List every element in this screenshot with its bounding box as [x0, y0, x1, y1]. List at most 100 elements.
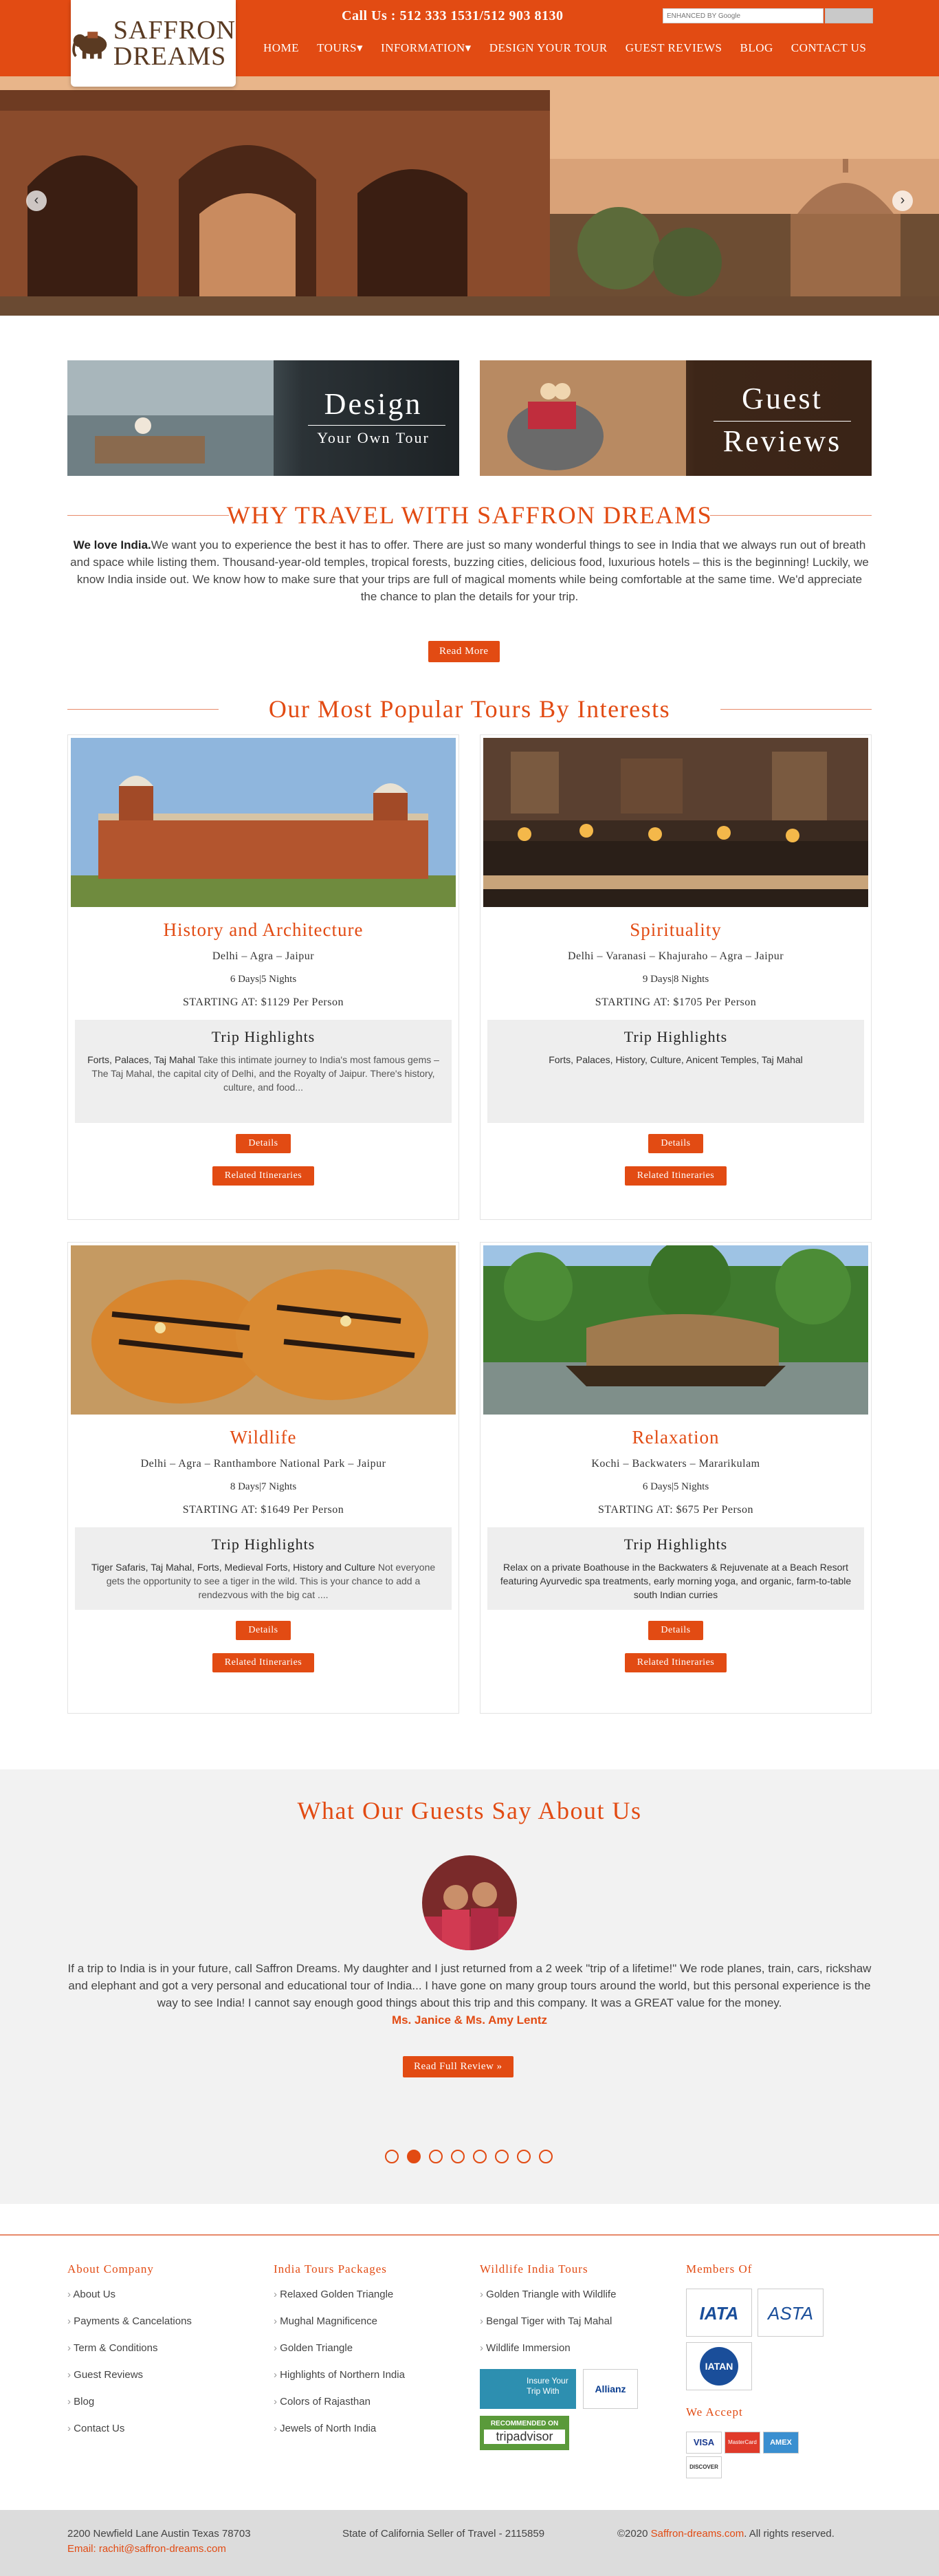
search-button[interactable]	[825, 8, 873, 23]
trip-highlights: Trip Highlights Tiger Safaris, Taj Mahal…	[75, 1527, 452, 1610]
pagination-dot[interactable]	[429, 2150, 443, 2163]
visa-icon: VISA	[686, 2432, 722, 2454]
trip-highlights: Trip Highlights Forts, Palaces, History,…	[487, 1020, 864, 1123]
related-itineraries-button[interactable]: Related Itineraries	[624, 1166, 727, 1186]
tour-route: Kochi – Backwaters – Mararikulam	[591, 1458, 760, 1470]
search-input[interactable]	[663, 8, 824, 23]
tripadvisor-recommended: RECOMMENDED ON	[490, 2420, 559, 2427]
pagination-dot[interactable]	[495, 2150, 509, 2163]
footer-link[interactable]: Blog	[67, 2396, 192, 2408]
highlights-heading: Trip Highlights	[623, 1536, 728, 1553]
details-button[interactable]: Details	[236, 1621, 291, 1640]
footer-link[interactable]: Golden Triangle with Wildlife	[480, 2289, 638, 2300]
hero-next-arrow-icon[interactable]: ›	[892, 190, 913, 211]
footer-about: About Company About Us Payments & Cancel…	[67, 2262, 192, 2449]
read-full-review-button[interactable]: Read Full Review »	[403, 2056, 513, 2077]
tour-duration: 9 Days|8 Nights	[642, 974, 709, 985]
nav-tours[interactable]: TOURS▾	[317, 41, 363, 55]
seller-of-travel: State of California Seller of Travel - 2…	[342, 2528, 545, 2540]
logo-line1: SAFFRON	[113, 16, 236, 45]
tripadvisor-badge[interactable]: RECOMMENDED ON tripadvisor	[480, 2416, 569, 2450]
tour-card-relaxation: Relaxation Kochi – Backwaters – Marariku…	[480, 1242, 872, 1714]
tripadvisor-logo: tripadvisor	[484, 2430, 565, 2444]
footer-address: 2200 Newfield Lane Austin Texas 78703	[67, 2528, 251, 2540]
guest-banner-line1: Guest	[742, 382, 823, 415]
footer-link[interactable]: Relaxed Golden Triangle	[274, 2289, 405, 2300]
guest-banner-line2: Reviews	[722, 424, 842, 458]
nav-contact-us[interactable]: CONTACT US	[791, 41, 867, 55]
read-more-button[interactable]: Read More	[428, 641, 500, 662]
elephant-logo-icon	[72, 32, 107, 59]
details-button[interactable]: Details	[648, 1134, 703, 1153]
tour-duration: 8 Days|7 Nights	[230, 1481, 297, 1492]
site-logo[interactable]: SAFFRON DREAMS	[71, 0, 236, 87]
google-search	[663, 8, 873, 23]
footer-link[interactable]: Payments & Cancelations	[67, 2315, 192, 2327]
pagination-dot[interactable]	[407, 2150, 421, 2163]
iatan-badge: IATAN	[686, 2342, 752, 2390]
related-itineraries-button[interactable]: Related Itineraries	[624, 1653, 727, 1672]
pagination-dot[interactable]	[385, 2150, 399, 2163]
footer-email[interactable]: Email: rachit@saffron-dreams.com	[67, 2543, 226, 2555]
read-full-review-wrap: Read Full Review »	[403, 2056, 513, 2077]
pagination-dot[interactable]	[473, 2150, 487, 2163]
tour-image-spirituality[interactable]	[483, 738, 868, 907]
asta-logo: ASTA	[758, 2289, 824, 2337]
phone-number: Call Us : 512 333 1531/512 903 8130	[342, 8, 564, 23]
nav-guest-reviews[interactable]: GUEST REVIEWS	[626, 41, 722, 55]
footer-link[interactable]: Guest Reviews	[67, 2369, 192, 2381]
testimonial-text: If a trip to India is in your future, ca…	[67, 1962, 872, 2009]
design-banner-line1: Design	[324, 387, 423, 421]
tour-price: STARTING AT: $675 Per Person	[597, 1504, 754, 1516]
footer-link[interactable]: Colors of Rajasthan	[274, 2396, 405, 2408]
footer-members-title: Members Of	[686, 2262, 753, 2275]
insurance-badge[interactable]: Insure Your Trip With Allianz	[480, 2369, 638, 2409]
testimonial-title: What Our Guests Say About Us	[297, 1797, 642, 1824]
details-button[interactable]: Details	[236, 1134, 291, 1153]
nav-design-your-tour[interactable]: DESIGN YOUR TOUR	[489, 41, 608, 55]
highlights-heading: Trip Highlights	[623, 1028, 728, 1045]
nav-information[interactable]: INFORMATION▾	[381, 41, 472, 55]
highlights-bold: Relax on a private Boathouse in the Back…	[500, 1562, 852, 1600]
highlights-bold: Forts, Palaces, History, Culture, Anicen…	[549, 1054, 803, 1065]
tour-image-relaxation[interactable]	[483, 1245, 868, 1415]
related-itineraries-button[interactable]: Related Itineraries	[212, 1653, 315, 1672]
related-itineraries-button[interactable]: Related Itineraries	[212, 1166, 315, 1186]
testimonial-body: If a trip to India is in your future, ca…	[67, 1960, 872, 2029]
allianz-logo: Allianz	[583, 2369, 638, 2409]
tour-route: Delhi – Agra – Jaipur	[212, 950, 315, 962]
footer-link[interactable]: About Us	[67, 2289, 192, 2300]
footer-link[interactable]: Highlights of Northern India	[274, 2369, 405, 2381]
copyright-site-link[interactable]: Saffron-dreams.com	[651, 2528, 744, 2540]
copyright-post: . All rights reserved.	[744, 2528, 835, 2540]
footer-link[interactable]: Golden Triangle	[274, 2342, 405, 2354]
copyright: ©2020 Saffron-dreams.com. All rights res…	[617, 2528, 835, 2540]
footer-link[interactable]: Term & Conditions	[67, 2342, 192, 2354]
tour-title: Relaxation	[632, 1427, 720, 1448]
elephant-scene-image	[480, 360, 686, 476]
footer-link[interactable]: Jewels of North India	[274, 2423, 405, 2434]
nav-blog[interactable]: BLOG	[740, 41, 773, 55]
guest-reviews-banner[interactable]: Guest Reviews	[480, 360, 872, 476]
iatan-logo: IATAN	[700, 2347, 738, 2386]
logo-line2: DREAMS	[113, 42, 227, 71]
tour-image-history[interactable]	[71, 738, 456, 907]
hero-prev-arrow-icon[interactable]: ‹	[26, 190, 47, 211]
tour-title: History and Architecture	[163, 919, 364, 940]
tour-image-wildlife[interactable]	[71, 1245, 456, 1415]
pagination-dot[interactable]	[451, 2150, 465, 2163]
pagination-dot[interactable]	[517, 2150, 531, 2163]
details-button[interactable]: Details	[648, 1621, 703, 1640]
pagination-dot[interactable]	[539, 2150, 553, 2163]
footer-link[interactable]: Contact Us	[67, 2423, 192, 2434]
why-travel-title-text: WHY TRAVEL WITH SAFFRON DREAMS	[226, 501, 713, 529]
footer-link[interactable]: Mughal Magnificence	[274, 2315, 405, 2327]
tour-title: Spirituality	[630, 919, 722, 940]
nav-home[interactable]: HOME	[263, 41, 299, 55]
tour-route: Delhi – Varanasi – Khajuraho – Agra – Ja…	[567, 950, 784, 962]
footer-divider	[0, 2234, 939, 2236]
footer-link[interactable]: Wildlife Immersion	[480, 2342, 638, 2354]
iata-logo: IATA	[686, 2289, 752, 2337]
footer-link[interactable]: Bengal Tiger with Taj Mahal	[480, 2315, 638, 2327]
design-your-tour-banner[interactable]: Design Your Own Tour	[67, 360, 459, 476]
